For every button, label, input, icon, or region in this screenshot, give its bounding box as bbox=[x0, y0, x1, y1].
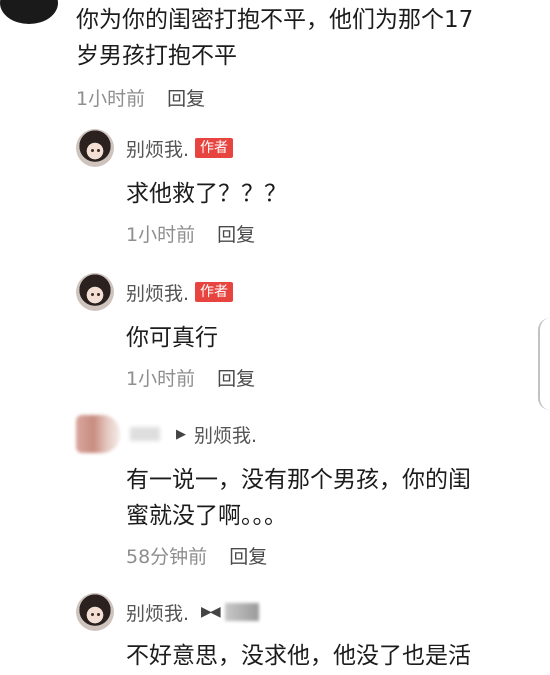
reply-header: 别烦我. 作者 bbox=[76, 272, 536, 312]
comment-thread: 你为你的闺密打抱不平，他们为那个17 岁男孩打抱不平 1小时前 回复 别烦我. … bbox=[0, 0, 550, 675]
avatar-eye bbox=[91, 613, 94, 616]
comment-text-line2: 岁男孩打抱不平 bbox=[76, 43, 237, 69]
reply-text-line2: 蜜就没了啊。。。 bbox=[126, 503, 287, 529]
reply-item: 别烦我. 作者 你可真行 1小时前 回复 bbox=[76, 272, 536, 392]
top-comment: 你为你的闺密打抱不平，他们为那个17 岁男孩打抱不平 1小时前 回复 bbox=[76, 2, 536, 112]
reply-text: 求他救了？？？ bbox=[126, 181, 287, 207]
avatar-eye bbox=[91, 293, 94, 296]
avatar[interactable] bbox=[76, 129, 114, 167]
timestamp: 1小时前 bbox=[76, 87, 146, 110]
avatar-eye bbox=[97, 613, 100, 616]
comment-text-line1: 你为你的闺密打抱不平，他们为那个17 bbox=[76, 7, 474, 33]
comment-meta: 1小时前 回复 bbox=[76, 82, 536, 112]
reply-text-line1: 有一说一，没有那个男孩，你的闺 bbox=[126, 467, 471, 493]
reply-button[interactable]: 回复 bbox=[217, 364, 255, 391]
author-badge: 作者 bbox=[195, 138, 234, 158]
avatar-eye bbox=[97, 149, 100, 152]
avatar[interactable] bbox=[76, 273, 114, 311]
reply-meta: 1小时前 回复 bbox=[126, 362, 536, 392]
reply-text: 有一说一，没有那个男孩，你的闺 蜜就没了啊。。。 bbox=[126, 462, 536, 534]
comment-text: 你为你的闺密打抱不平，他们为那个17 岁男孩打抱不平 bbox=[76, 2, 536, 74]
username[interactable]: 别烦我. bbox=[126, 279, 189, 306]
reply-meta: 58分钟前 回复 bbox=[126, 540, 536, 570]
reply-header: 别烦我. 作者 bbox=[76, 128, 536, 168]
timestamp: 1小时前 bbox=[126, 367, 196, 390]
reply-header: ▶ 别烦我. bbox=[76, 414, 536, 454]
reply-text: 你可真行 bbox=[126, 325, 218, 351]
username[interactable]: 别烦我. bbox=[126, 135, 189, 162]
avatar-eye bbox=[97, 293, 100, 296]
timestamp: 58分钟前 bbox=[126, 545, 208, 568]
scroll-edge bbox=[538, 318, 550, 410]
right-triangle-icon: ▶ bbox=[176, 426, 186, 442]
reply-item: ▶ 别烦我. 有一说一，没有那个男孩，你的闺 蜜就没了啊。。。 58分钟前 回复 bbox=[76, 414, 536, 570]
avatar-eye bbox=[91, 149, 94, 152]
reply-meta: 1小时前 回复 bbox=[126, 218, 536, 248]
reply-text: 不好意思，没求他，他没了也是活 bbox=[126, 643, 471, 669]
reply-button[interactable]: 回复 bbox=[167, 84, 205, 111]
reply-to-username[interactable]: 别烦我. bbox=[194, 421, 257, 448]
reply-item: 别烦我. ▶◀ 不好意思，没求他，他没了也是活 bbox=[76, 592, 536, 675]
author-badge: 作者 bbox=[195, 282, 234, 302]
reply-button[interactable]: 回复 bbox=[229, 542, 267, 569]
send-arrow-icon: ▶◀ bbox=[201, 604, 220, 620]
reply-header: 别烦我. ▶◀ bbox=[76, 592, 536, 632]
reply-button[interactable]: 回复 bbox=[217, 220, 255, 247]
timestamp: 1小时前 bbox=[126, 223, 196, 246]
avatar[interactable] bbox=[76, 593, 114, 631]
blurred-username[interactable] bbox=[130, 427, 160, 441]
blurred-avatar[interactable] bbox=[76, 415, 120, 453]
blurred-username[interactable] bbox=[224, 603, 259, 621]
avatar[interactable] bbox=[0, 0, 58, 24]
username[interactable]: 别烦我. bbox=[126, 599, 189, 626]
reply-item: 别烦我. 作者 求他救了？？？ 1小时前 回复 bbox=[76, 128, 536, 248]
